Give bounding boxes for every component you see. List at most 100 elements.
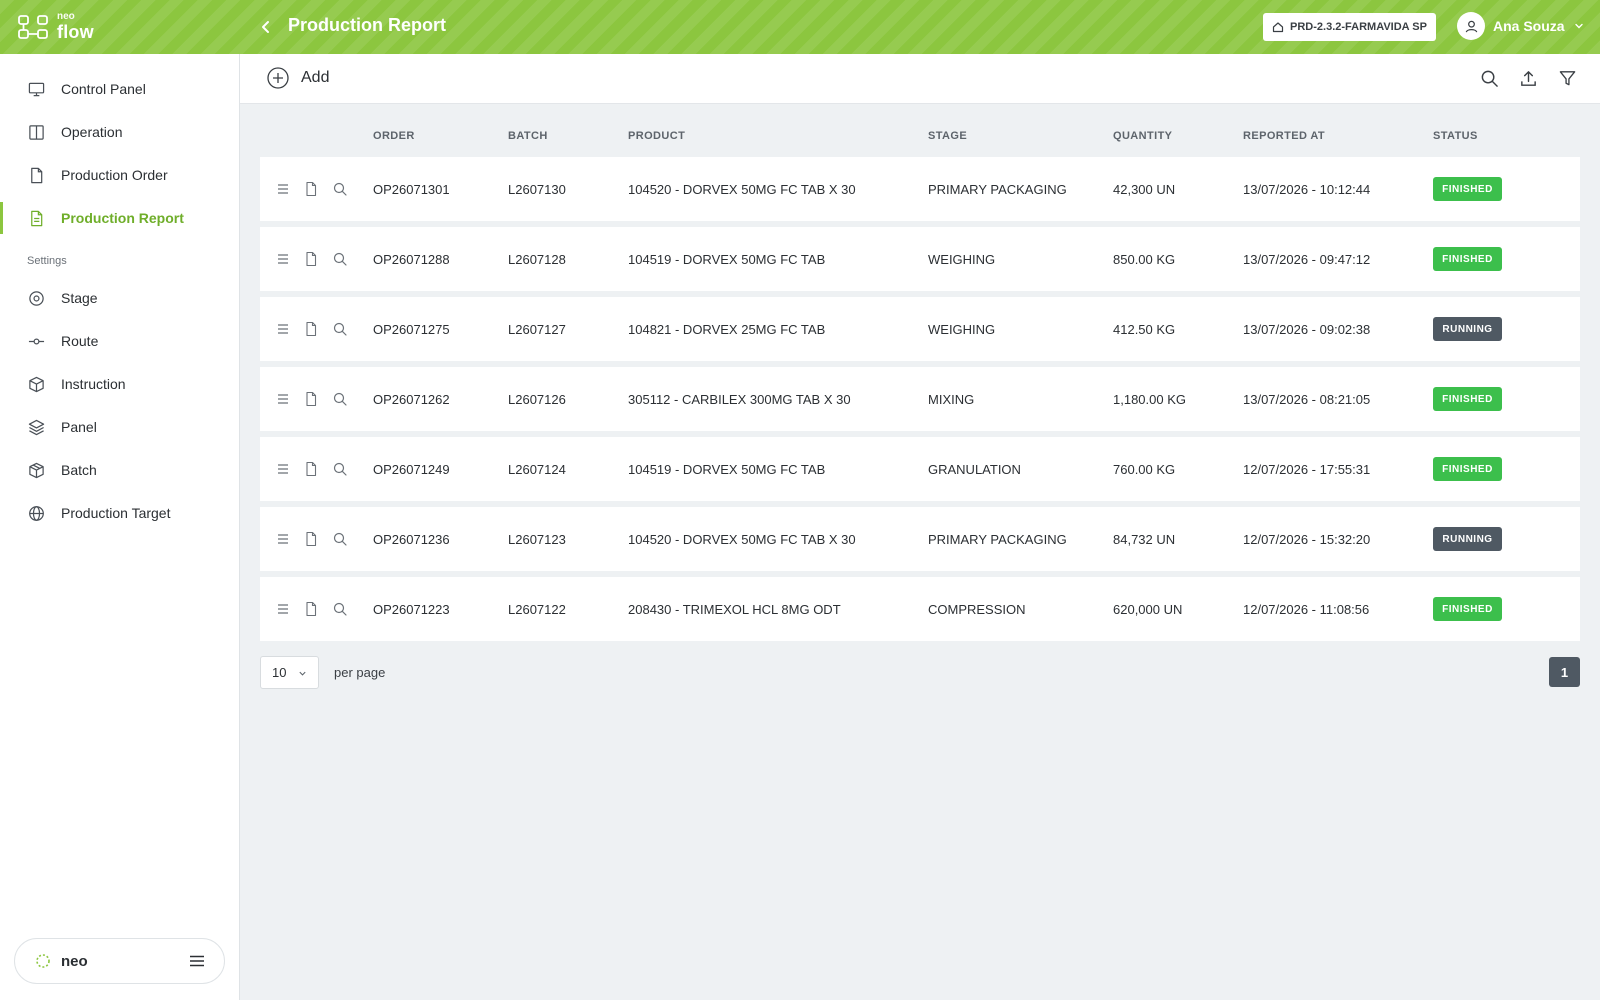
menu-icon[interactable] (188, 952, 206, 970)
status-badge: RUNNING (1433, 317, 1502, 341)
document-icon[interactable] (303, 181, 319, 197)
status-badge: FINISHED (1433, 177, 1502, 201)
document-icon[interactable] (303, 321, 319, 337)
column-header-quantity[interactable]: QUANTITY (1113, 130, 1172, 142)
column-header-stage[interactable]: STAGE (928, 130, 967, 142)
user-icon (1465, 20, 1477, 32)
sidebar-item-production-report[interactable]: Production Report (0, 198, 239, 238)
sidebar: Control Panel Operation Production Order… (0, 54, 240, 1000)
stage-cell: WEIGHING (928, 322, 996, 337)
filter-icon[interactable] (1558, 69, 1577, 88)
top-bar: neo flow Production Report PRD-2.3.2-FAR… (0, 0, 1600, 54)
sidebar-item-production-order[interactable]: Production Order (0, 155, 239, 195)
logo-text-bottom: flow (57, 22, 94, 42)
environment-selector[interactable]: PRD-2.3.2-FARMAVIDA SP (1263, 13, 1436, 41)
per-page-select[interactable]: 10 (260, 656, 319, 689)
order-cell: OP26071236 (373, 532, 450, 547)
chevron-down-icon (1574, 23, 1583, 29)
table-row[interactable]: OP26071301 L2607130 104520 - DORVEX 50MG F… (260, 157, 1580, 221)
product-cell: 305112 - CARBILEX 300MG TAB X 30 (628, 392, 851, 407)
batch-cell: L2607130 (508, 182, 566, 197)
product-cell: 104821 - DORVEX 25MG FC TAB (628, 322, 826, 337)
drag-handle-icon[interactable] (275, 321, 291, 337)
user-menu[interactable]: Ana Souza (1457, 12, 1585, 40)
document-icon[interactable] (303, 251, 319, 267)
status-badge: FINISHED (1433, 387, 1502, 411)
drag-handle-icon[interactable] (275, 531, 291, 547)
route-icon (28, 338, 45, 344)
plus-circle-icon (267, 67, 289, 89)
drag-handle-icon[interactable] (275, 181, 291, 197)
back-chevron-icon[interactable] (256, 17, 276, 37)
order-cell: OP26071223 (373, 602, 450, 617)
order-cell: OP26071249 (373, 462, 450, 477)
stage-cell: PRIMARY PACKAGING (928, 532, 1067, 547)
batch-cell: L2607123 (508, 532, 566, 547)
reported-at-cell: 12/07/2026 - 15:32:20 (1243, 532, 1371, 547)
stage-cell: GRANULATION (928, 462, 1021, 477)
search-icon[interactable] (332, 601, 348, 617)
document-icon[interactable] (303, 601, 319, 617)
document-icon[interactable] (303, 531, 319, 547)
product-cell: 208430 - TRIMEXOL HCL 8MG ODT (628, 602, 841, 617)
cube-icon (29, 376, 44, 392)
drag-handle-icon[interactable] (275, 391, 291, 407)
status-badge: FINISHED (1433, 597, 1502, 621)
drag-handle-icon[interactable] (275, 251, 291, 267)
table-row[interactable]: OP26071223 L2607122 208430 - TRIMEXOL HCL … (260, 577, 1580, 641)
product-cell: 104519 - DORVEX 50MG FC TAB (628, 252, 826, 267)
stage-cell: COMPRESSION (928, 602, 1026, 617)
sidebar-item-production-target[interactable]: Production Target (0, 493, 239, 533)
search-icon[interactable] (332, 391, 348, 407)
table-row[interactable]: OP26071288 L2607128 104519 - DORVEX 50MG F… (260, 227, 1580, 291)
table-row[interactable]: OP26071236 L2607123 104520 - DORVEX 50MG F… (260, 507, 1580, 571)
column-header-product[interactable]: PRODUCT (628, 130, 685, 142)
table-row[interactable]: OP26071275 L2607127 104821 - DORVEX 25MG F… (260, 297, 1580, 361)
table-row[interactable]: OP26071249 L2607124 104519 - DORVEX 50MG F… (260, 437, 1580, 501)
reported-at-cell: 13/07/2026 - 09:02:38 (1243, 322, 1371, 337)
quantity-cell: 620,000 UN (1113, 602, 1183, 617)
drag-handle-icon[interactable] (275, 601, 291, 617)
add-button[interactable]: Add (266, 66, 329, 90)
column-header-status[interactable]: STATUS (1433, 130, 1478, 142)
export-icon[interactable] (1519, 69, 1538, 88)
page-button-current[interactable]: 1 (1549, 657, 1580, 687)
stage-cell: WEIGHING (928, 252, 996, 267)
search-icon[interactable] (332, 531, 348, 547)
document-icon[interactable] (303, 391, 319, 407)
order-cell: OP26071262 (373, 392, 450, 407)
table-row[interactable]: OP26071262 L2607126 305112 - CARBILEX 300M… (260, 367, 1580, 431)
column-header-reported-at[interactable]: REPORTED AT (1243, 130, 1325, 142)
sidebar-item-operation[interactable]: Operation (0, 112, 239, 152)
product-cell: 104520 - DORVEX 50MG FC TAB X 30 (628, 182, 856, 197)
search-icon[interactable] (1480, 69, 1499, 88)
reported-at-cell: 13/07/2026 - 10:12:44 (1243, 182, 1371, 197)
search-icon[interactable] (332, 321, 348, 337)
column-header-batch[interactable]: BATCH (508, 130, 548, 142)
layers-icon (28, 419, 45, 435)
search-icon[interactable] (332, 251, 348, 267)
batch-cell: L2607128 (508, 252, 566, 267)
reported-at-cell: 13/07/2026 - 09:47:12 (1243, 252, 1371, 267)
sidebar-item-instruction[interactable]: Instruction (0, 364, 239, 404)
sidebar-item-panel[interactable]: Panel (0, 407, 239, 447)
app-logo[interactable]: neo flow (18, 12, 94, 41)
column-header-order[interactable]: ORDER (373, 130, 415, 142)
batch-cell: L2607122 (508, 602, 566, 617)
document-icon[interactable] (303, 461, 319, 477)
order-cell: OP26071288 (373, 252, 450, 267)
reported-at-cell: 12/07/2026 - 11:08:56 (1243, 602, 1370, 617)
search-icon[interactable] (332, 461, 348, 477)
status-badge: RUNNING (1433, 527, 1502, 551)
sidebar-item-route[interactable]: Route (0, 321, 239, 361)
sidebar-item-control-panel[interactable]: Control Panel (0, 69, 239, 109)
sidebar-item-batch[interactable]: Batch (0, 450, 239, 490)
search-icon[interactable] (332, 181, 348, 197)
table-header: ORDER BATCH PRODUCT STAGE QUANTITY REPOR… (260, 126, 1580, 146)
reported-at-cell: 13/07/2026 - 08:21:05 (1243, 392, 1371, 407)
drag-handle-icon[interactable] (275, 461, 291, 477)
logo-icon (18, 14, 48, 39)
sidebar-item-stage[interactable]: Stage (0, 278, 239, 318)
status-badge: FINISHED (1433, 457, 1502, 481)
loading-ring-icon (36, 954, 50, 968)
